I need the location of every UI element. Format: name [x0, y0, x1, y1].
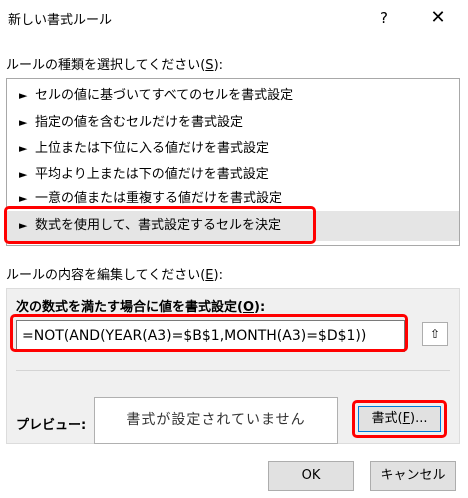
- close-button[interactable]: ✕: [426, 6, 450, 30]
- edit-rule-label: ルールの内容を編集してください(E):: [6, 268, 223, 283]
- rule-type-item[interactable]: ► セルの値に基づいてすべてのセルを書式設定: [7, 83, 459, 108]
- dialog-title: 新しい書式ルール: [8, 13, 113, 28]
- ok-button[interactable]: OK: [268, 461, 354, 491]
- divider: [16, 370, 450, 371]
- highlight-selected-rule: [4, 206, 316, 244]
- rule-type-label: ルールの種類を選択してください(S):: [6, 58, 224, 73]
- formula-label: 次の数式を満たす場合に値を書式設定(O):: [16, 300, 266, 315]
- help-button[interactable]: ?: [372, 6, 396, 30]
- rule-type-item[interactable]: ► 指定の値を含むセルだけを書式設定: [7, 110, 459, 135]
- triangle-right-icon: ►: [19, 142, 28, 155]
- rule-type-item[interactable]: ► 上位または下位に入る値だけを書式設定: [7, 136, 459, 161]
- triangle-right-icon: ►: [19, 89, 28, 102]
- triangle-right-icon: ►: [19, 168, 28, 181]
- rule-type-item[interactable]: ► 平均より上または下の値だけを書式設定: [7, 162, 459, 187]
- arrow-up-icon: ⇧: [429, 327, 441, 341]
- collapse-dialog-button[interactable]: ⇧: [422, 322, 448, 346]
- triangle-right-icon: ►: [19, 116, 28, 129]
- preview-label: プレビュー:: [16, 418, 87, 433]
- highlight-format-button: [352, 400, 447, 438]
- preview-box: 書式が設定されていません: [94, 397, 338, 444]
- cancel-button[interactable]: キャンセル: [370, 461, 456, 491]
- highlight-formula: [10, 314, 408, 352]
